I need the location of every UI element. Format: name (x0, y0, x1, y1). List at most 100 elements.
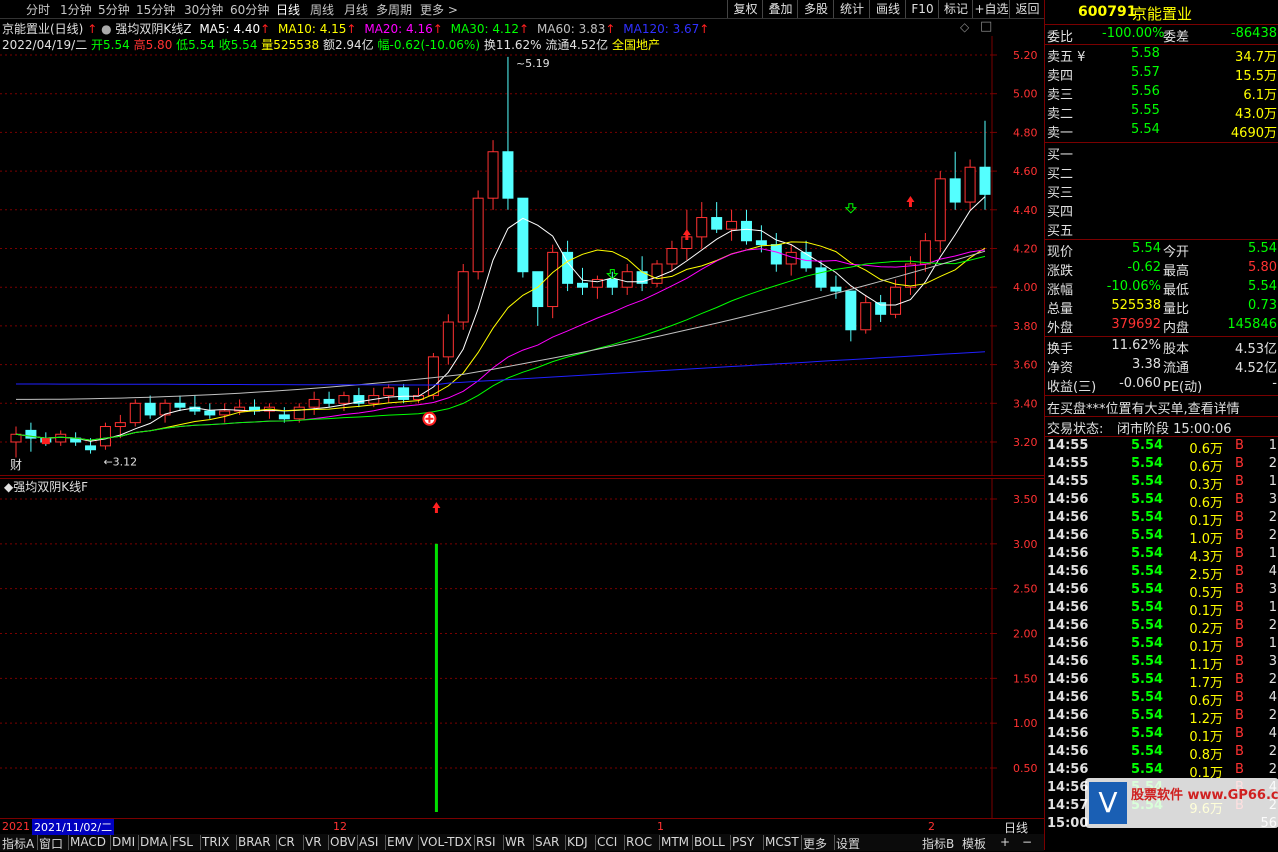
period-tab-2[interactable]: 5分钟 (98, 1, 130, 18)
toolbar-button-8[interactable]: 返回 (1009, 0, 1045, 18)
stat-label-2: PE(动) (1163, 380, 1203, 395)
indicator-tab-13[interactable]: VOL-TDX (420, 835, 472, 849)
candle-body (979, 166, 991, 195)
indicator-tab-16[interactable]: SAR (535, 835, 559, 849)
candle (383, 383, 395, 404)
tab-separator (110, 835, 111, 850)
candlestick-chart[interactable]: 5.20 5.00 4.80 4.60 4.40 4.20 4.00 3.80 3.60 3.40… (0, 36, 1044, 476)
tick-count: 2 (1268, 762, 1277, 777)
indicator-tab-4[interactable]: DMA (140, 835, 168, 849)
stock-name[interactable]: 京能置业(日线) (2, 22, 83, 36)
indicator-tab-14[interactable]: RSI (476, 835, 496, 849)
financial-report-marker[interactable]: 财 (10, 458, 22, 472)
indicator-tab-9[interactable]: VR (305, 835, 322, 849)
stat-label-2: 流通 (1163, 361, 1190, 376)
indicator-tab-23[interactable]: MCST (765, 835, 799, 849)
right-tab-0[interactable]: 指标B (922, 835, 954, 852)
candle (949, 151, 961, 210)
toolbar-button-7[interactable]: +自选 (972, 0, 1010, 18)
tick-time: 14:56 (1047, 600, 1089, 615)
indicator-tab-0[interactable]: 指标A (2, 835, 34, 852)
period-label[interactable]: 日线 (1004, 819, 1028, 836)
indicator-tab-19[interactable]: ROC (626, 835, 652, 849)
signal-bar (434, 543, 438, 812)
subchart-y-label: 3.50 (1013, 493, 1038, 506)
y-tick-label: 4.40 (1013, 204, 1038, 217)
period-tab-10[interactable]: 更多 > (420, 1, 458, 18)
sell-volume: 15.5万 (1235, 69, 1277, 84)
period-tab-0[interactable]: 分时 (26, 1, 50, 18)
toolbar-button-0[interactable]: 复权 (727, 0, 763, 18)
tick-side: B (1235, 708, 1244, 723)
period-tab-5[interactable]: 60分钟 (230, 1, 269, 18)
big-order-notice[interactable]: 在买盘***位置有大买单,查看详情 (1047, 398, 1240, 417)
period-tab-3[interactable]: 15分钟 (136, 1, 175, 18)
period-tab-9[interactable]: 多周期 (376, 1, 412, 18)
ma30-arrow-icon: ↑ (519, 22, 530, 36)
indicator-tab-22[interactable]: PSY (732, 835, 754, 849)
tick-price: 5.54 (1131, 744, 1164, 759)
indicator-tab-1[interactable]: 窗口 (39, 835, 63, 852)
indicator-tab-17[interactable]: KDJ (567, 835, 588, 849)
tick-count: 3 (1268, 582, 1277, 597)
period-tab-8[interactable]: 月线 (344, 1, 368, 18)
sell-level-3: 卖三 5.56 6.1万 (1045, 83, 1278, 103)
indicator-tab-8[interactable]: CR (278, 835, 295, 849)
buy-level-2: 买二 (1045, 162, 1278, 182)
toolbar-button-5[interactable]: F10 (905, 0, 939, 18)
candle (890, 279, 902, 319)
candle (621, 263, 633, 295)
indicator-toggle-icon[interactable]: ● (101, 22, 111, 36)
candle-body (129, 402, 141, 424)
indicator-tab-6[interactable]: TRIX (202, 835, 229, 849)
tab-separator (328, 835, 329, 850)
right-tab-3[interactable]: − (1022, 835, 1032, 849)
period-tab-1[interactable]: 1分钟 (60, 1, 92, 18)
indicator-tab-20[interactable]: MTM (661, 835, 689, 849)
toolbar-button-4[interactable]: 画线 (869, 0, 906, 18)
indicator-chart[interactable]: ◆强均双阴K线F 3.50 3.00 2.50 2.00 1.50 1.00 0.50 (0, 478, 1044, 818)
indicator-tab-2[interactable]: MACD (70, 835, 106, 849)
indicator-tab-18[interactable]: CCI (597, 835, 617, 849)
tick-side: B (1235, 672, 1244, 687)
indicator-name[interactable]: 强均双阴K线Z (115, 22, 191, 36)
indicator-tab-12[interactable]: EMV (387, 835, 413, 849)
indicator-tab-5[interactable]: FSL (172, 835, 193, 849)
indicator-tab-11[interactable]: ASI (359, 835, 378, 849)
period-tab-4[interactable]: 30分钟 (184, 1, 223, 18)
sell-level-2: 卖二 5.55 43.0万 (1045, 102, 1278, 122)
expand-icon[interactable]: □ (980, 19, 992, 34)
diamond-icon[interactable]: ◇ (960, 20, 969, 34)
tick-count: 4 (1268, 564, 1277, 579)
toolbar-button-2[interactable]: 多股 (797, 0, 834, 18)
period-tab-6[interactable]: 日线 (276, 1, 300, 18)
tick-time: 14:55 (1047, 474, 1089, 489)
tick-price: 5.54 (1131, 492, 1164, 507)
indicator-tab-3[interactable]: DMI (112, 835, 135, 849)
candle-body (338, 395, 350, 404)
right-tab-2[interactable]: + (1000, 835, 1010, 849)
toolbar-button-1[interactable]: 叠加 (762, 0, 798, 18)
tick-price: 5.54 (1131, 438, 1164, 453)
candle (532, 271, 544, 326)
right-tab-1[interactable]: 模板 (962, 835, 986, 852)
indicator-tab-21[interactable]: BOLL (694, 835, 725, 849)
candle (249, 399, 261, 415)
toolbar-button-6[interactable]: 标记 (938, 0, 973, 18)
indicator-tab-25[interactable]: 设置 (836, 835, 860, 852)
notice-row[interactable]: 在买盘***位置有大买单,查看详情 (1045, 397, 1278, 417)
tick-side: B (1235, 762, 1244, 777)
sell-label: 卖四 (1047, 69, 1074, 84)
tick-side: B (1235, 438, 1244, 453)
tick-side: B (1235, 636, 1244, 651)
indicator-tab-bar: 指标A 窗口 MACD DMI DMA FSL TRIX BRAR CR VR OBV ASI EMV V… (0, 833, 1044, 851)
quote-label-2: 最低 (1163, 283, 1190, 298)
period-tab-7[interactable]: 周线 (310, 1, 334, 18)
indicator-tab-15[interactable]: WR (505, 835, 525, 849)
indicator-tab-24[interactable]: 更多 (803, 835, 827, 852)
indicator-tab-7[interactable]: BRAR (238, 835, 271, 849)
stock-header: 600791 京能置业 (1045, 0, 1278, 24)
candle (99, 422, 111, 450)
toolbar-button-3[interactable]: 统计 (833, 0, 870, 18)
indicator-tab-10[interactable]: OBV (330, 835, 356, 849)
